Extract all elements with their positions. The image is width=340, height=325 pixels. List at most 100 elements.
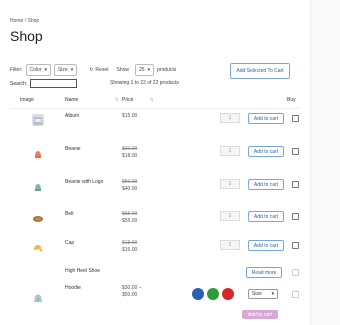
size-filter-value: Size (57, 67, 68, 73)
add-to-cart-button[interactable]: Add to cart (248, 240, 284, 251)
page-title: Shop (10, 28, 43, 44)
table-row: Belt $65.00 $55.00 1 Add to cart (10, 208, 300, 238)
chevron-down-icon: ▾ (44, 67, 47, 73)
product-price: $20.00 $18.00 (122, 146, 137, 160)
sort-icon: ⇅ (149, 97, 154, 103)
column-buy: Buy (287, 97, 296, 103)
shop-page: Home / Shop Shop Filter: Color ▾ Size ▾ … (0, 0, 310, 325)
belt-icon (33, 216, 43, 222)
search: Search: (10, 79, 78, 88)
price-old: $65.00 (122, 211, 138, 217)
column-image: Image (20, 97, 34, 103)
table-row: High Heel Shoe Read more (10, 266, 300, 280)
breadcrumb[interactable]: Home / Shop (10, 18, 39, 24)
chevron-down-icon: ▾ (147, 67, 151, 73)
product-price: $15.00 (122, 113, 137, 120)
color-swatch-green[interactable] (207, 288, 219, 300)
select-checkbox[interactable] (292, 181, 299, 188)
price-current: $18.00 (122, 153, 138, 159)
add-to-cart-button[interactable]: Add to cart (248, 211, 284, 222)
product-image-cap[interactable] (32, 241, 44, 253)
product-name[interactable]: Belt (65, 211, 74, 217)
product-image-hoodie[interactable] (32, 291, 44, 303)
hoodie-icon (34, 294, 42, 302)
select-checkbox[interactable] (292, 115, 299, 122)
product-image-beanie[interactable] (32, 147, 44, 159)
show-count-value: 25 (139, 67, 145, 73)
album-icon (34, 117, 42, 125)
product-price: $18.00 $16.00 (122, 240, 137, 254)
add-to-cart-button-disabled[interactable]: Add to cart (242, 310, 278, 319)
chevron-down-icon: ▾ (70, 67, 74, 73)
price-current: $55.00 (122, 218, 138, 224)
reset-icon: ↻ (89, 67, 94, 73)
product-name[interactable]: Cap (65, 240, 74, 246)
add-to-cart-button[interactable]: Add to cart (248, 146, 284, 157)
table-row: Album $15.00 1 Add to cart (10, 110, 300, 140)
product-price: $50.00 $40.00 (122, 179, 137, 193)
product-image-beanie-with-logo[interactable] (32, 180, 44, 192)
show-count-select[interactable]: 25 ▾ (135, 64, 155, 76)
product-name[interactable]: High Heel Shoe (65, 268, 100, 274)
product-name[interactable]: Album (65, 113, 79, 119)
product-price: $65.00 $55.00 (122, 211, 137, 225)
color-filter-select[interactable]: Color ▾ (25, 64, 51, 76)
product-image-album[interactable] (32, 114, 44, 126)
add-selected-to-cart-button[interactable]: Add Selected To Cart (230, 63, 290, 79)
read-more-button[interactable]: Read more (246, 267, 282, 278)
column-name[interactable]: Name ⇅ (65, 97, 119, 103)
beanie-icon (35, 151, 41, 158)
color-swatch-red[interactable] (222, 288, 234, 300)
column-price-label: Price (122, 97, 134, 103)
select-checkbox[interactable] (292, 269, 299, 276)
select-checkbox[interactable] (292, 148, 299, 155)
product-price: $30.00 – $50.00 (122, 285, 141, 299)
product-name[interactable]: Beanie (65, 146, 81, 152)
table-row: Beanie $20.00 $18.00 1 Add to cart (10, 143, 300, 173)
column-name-label: Name (65, 97, 79, 103)
chevron-down-icon: ▾ (271, 291, 274, 297)
quantity-input[interactable]: 1 (220, 146, 240, 156)
add-to-cart-button[interactable]: Add to cart (248, 179, 284, 190)
column-price[interactable]: Price ⇅ (122, 97, 154, 103)
product-image-belt[interactable] (32, 212, 44, 224)
right-panel (310, 0, 340, 325)
show-count: Show 25 ▾ products (116, 64, 176, 76)
select-checkbox[interactable] (292, 213, 299, 220)
price-current: $40.00 (122, 186, 138, 192)
size-variation-value: Size (252, 291, 262, 297)
color-filter-value: Color (29, 67, 42, 73)
price-current: $15.00 (122, 113, 138, 119)
product-name[interactable]: Hoodie (65, 285, 81, 291)
show-label: Show (116, 67, 129, 73)
product-name[interactable]: Beanie with Logo (65, 179, 103, 185)
search-label: Search: (10, 80, 28, 87)
filter-bar: Filter: Color ▾ Size ▾ ↻ Reset Show 25 ▾… (10, 64, 176, 76)
select-checkbox[interactable] (292, 291, 299, 298)
cap-icon (34, 245, 43, 251)
reset-label: Reset (95, 67, 109, 73)
add-to-cart-button[interactable]: Add to cart (248, 113, 284, 124)
quantity-input[interactable]: 1 (220, 240, 240, 250)
size-filter-select[interactable]: Size ▾ (53, 64, 78, 76)
price-old: $50.00 (122, 179, 138, 185)
search-input[interactable] (30, 79, 78, 88)
size-variation-select[interactable]: Size ▾ (248, 289, 278, 299)
price-current: $16.00 (122, 247, 138, 253)
quantity-input[interactable]: 1 (220, 211, 240, 221)
quantity-input[interactable]: 1 (220, 179, 240, 189)
price-old: $20.00 (122, 146, 138, 152)
filter-label: Filter: (10, 67, 23, 73)
price-old: $18.00 (122, 240, 138, 246)
price-from: $30.00 – (122, 285, 142, 291)
sort-icon: ⇅ (114, 97, 119, 103)
table-row: Hoodie $30.00 – $50.00 Size ▾ Add to car… (10, 283, 300, 323)
price-to: $50.00 (122, 292, 138, 298)
reset-button[interactable]: ↻ Reset (89, 67, 108, 73)
select-checkbox[interactable] (292, 242, 299, 249)
results-count: Showing 1 to 22 of 22 products (110, 80, 179, 86)
table-row: Cap $18.00 $16.00 1 Add to cart (10, 237, 300, 267)
quantity-input[interactable]: 1 (220, 113, 240, 123)
color-swatch-blue[interactable] (192, 288, 204, 300)
table-header: Image Name ⇅ Price ⇅ Buy (10, 94, 300, 109)
